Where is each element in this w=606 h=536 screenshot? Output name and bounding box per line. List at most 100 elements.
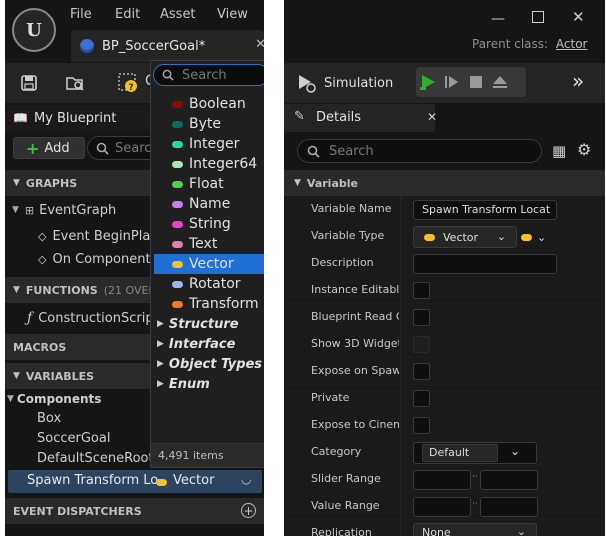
type-option-byte[interactable]: Byte: [154, 114, 264, 134]
simulation-button[interactable]: Simulation: [296, 68, 393, 98]
container-pill-icon: [521, 233, 532, 241]
step-icon[interactable]: [440, 70, 464, 94]
variable-section-label: Variable: [306, 176, 358, 190]
browse-asset-icon[interactable]: [60, 68, 90, 98]
show-3d-widget-checkbox[interactable]: [413, 336, 430, 353]
expose-on-spawn-checkbox[interactable]: [413, 363, 430, 380]
type-option-integer[interactable]: Integer: [154, 134, 264, 154]
add-button-label: Add: [44, 140, 70, 156]
chevron-down-icon[interactable]: ⌄: [510, 444, 520, 458]
more-toolbar-icon[interactable]: »: [572, 69, 584, 93]
details-tab[interactable]: ✎ Details ✕: [284, 104, 437, 132]
unreal-logo[interactable]: U: [12, 8, 56, 52]
add-dispatcher-icon[interactable]: +: [241, 503, 256, 518]
type-pill-icon: [172, 240, 183, 248]
type-option-string[interactable]: String: [154, 214, 264, 234]
detail-label: Show 3D Widget: [311, 337, 399, 350]
parent-class-link[interactable]: Actor: [556, 37, 588, 51]
search-icon: [96, 142, 109, 155]
type-category-enum[interactable]: ▶ Enum: [154, 374, 264, 394]
detail-label: Value Range: [311, 499, 380, 512]
selected-variable-row[interactable]: Spawn Transform Lo Vector ◡: [8, 470, 262, 493]
category-combo[interactable]: Default ⌄: [413, 442, 537, 464]
type-category-object-types[interactable]: ▶ Object Types: [154, 354, 264, 374]
compile-icon[interactable]: ?: [113, 68, 143, 98]
variable-name-input[interactable]: Spawn Transform Locat: [413, 200, 557, 220]
document-tab[interactable]: BP_SoccerGoal* ✕: [71, 30, 264, 62]
type-option-text[interactable]: Text: [154, 234, 264, 254]
expand-arrow-icon: ▶: [157, 359, 164, 369]
tree-item-event-begin-play[interactable]: ◇ Event BeginPlay: [38, 226, 158, 246]
type-option-vector[interactable]: Vector: [154, 254, 264, 274]
type-pill-icon: [172, 180, 183, 188]
type-category-structure[interactable]: ▶ Structure: [154, 314, 264, 334]
tree-item-construction-script[interactable]: ƒ ConstructionScrip: [27, 308, 154, 328]
type-pill-icon: [172, 300, 183, 308]
stop-icon[interactable]: [464, 70, 488, 94]
menu-view[interactable]: View: [217, 7, 248, 22]
save-icon[interactable]: [14, 68, 44, 98]
chevron-down-icon: ⌄: [496, 230, 506, 243]
type-option-float[interactable]: Float: [154, 174, 264, 194]
type-option-label: String: [189, 216, 231, 232]
simulation-label: Simulation: [324, 75, 394, 91]
detail-row-private: Private: [284, 385, 605, 412]
details-title: Details: [316, 110, 362, 125]
slider-range-max-input[interactable]: [480, 470, 538, 490]
category-value[interactable]: Default: [422, 444, 498, 462]
variable-section-header[interactable]: ▼ Variable: [284, 170, 605, 196]
value-range-max-input[interactable]: [480, 497, 538, 517]
type-option-rotator[interactable]: Rotator: [154, 274, 264, 294]
menu-edit[interactable]: Edit: [115, 7, 140, 22]
detail-label: Variable Type: [311, 229, 385, 242]
tree-item-event-graph[interactable]: ▼ ⊞ EventGraph: [12, 200, 116, 220]
container-type-select[interactable]: ⌄: [521, 226, 555, 248]
detail-label: Expose to Cinema: [311, 418, 399, 431]
instance-editable-checkbox[interactable]: [413, 282, 430, 299]
close-details-icon[interactable]: ✕: [427, 110, 437, 124]
blueprint-read-only-checkbox[interactable]: [413, 309, 430, 326]
menu-asset[interactable]: Asset: [160, 7, 196, 22]
play-icon[interactable]: [416, 70, 440, 94]
my-blueprint-title: My Blueprint: [33, 110, 117, 126]
type-category-interface[interactable]: ▶ Interface: [154, 334, 264, 354]
component-item-soccer-goal[interactable]: SoccerGoal: [37, 428, 110, 448]
eject-icon[interactable]: [488, 70, 512, 94]
replication-select[interactable]: None ⌄: [413, 523, 537, 536]
private-checkbox[interactable]: [413, 390, 430, 407]
type-search-input[interactable]: Search: [153, 64, 264, 86]
type-pill-icon: [172, 260, 183, 268]
collapse-arrow-icon: ▼: [294, 178, 301, 188]
detail-row-blueprint-read-only: Blueprint Read On: [284, 304, 605, 331]
type-option-integer64[interactable]: Integer64: [154, 154, 264, 174]
eye-icon[interactable]: ◡: [241, 472, 251, 486]
book-icon: 📖: [13, 111, 28, 125]
table-view-icon[interactable]: ▦: [552, 142, 566, 160]
component-label: Box: [37, 410, 62, 426]
close-window-icon[interactable]: ✕: [572, 8, 585, 26]
description-input[interactable]: [413, 254, 557, 274]
type-option-boolean[interactable]: Boolean: [154, 94, 264, 114]
expose-to-cinematics-checkbox[interactable]: [413, 417, 430, 434]
maximize-window-icon[interactable]: [532, 11, 544, 23]
value-range-min-input[interactable]: [413, 497, 471, 517]
search-placeholder: Searc: [115, 140, 152, 156]
type-option-name[interactable]: Name: [154, 194, 264, 214]
settings-gear-icon[interactable]: ⚙: [577, 140, 591, 159]
slider-range-min-input[interactable]: [413, 470, 471, 490]
event-dispatchers-section-header[interactable]: EVENT DISPATCHERS +: [5, 498, 264, 524]
detail-row-variable-name: Variable Name Spawn Transform Locat: [284, 196, 605, 223]
components-category[interactable]: ▼ Components: [5, 389, 101, 409]
variable-type-label: Vector: [173, 473, 215, 488]
tree-item-on-component[interactable]: ◇ On Component I: [38, 249, 159, 269]
variable-type-select[interactable]: Vector ⌄: [413, 226, 517, 248]
type-option-transform[interactable]: Transform: [154, 294, 264, 314]
close-tab-icon[interactable]: ✕: [255, 37, 264, 52]
component-item-default-scene-root[interactable]: DefaultSceneRoot: [37, 448, 154, 468]
component-item-box[interactable]: Box: [37, 408, 61, 428]
details-search-input[interactable]: Search: [297, 139, 542, 163]
minimize-window-icon[interactable]: —: [491, 11, 505, 27]
add-button[interactable]: + Add: [13, 137, 85, 159]
menu-file[interactable]: File: [70, 7, 92, 22]
function-icon: ƒ: [27, 310, 33, 326]
